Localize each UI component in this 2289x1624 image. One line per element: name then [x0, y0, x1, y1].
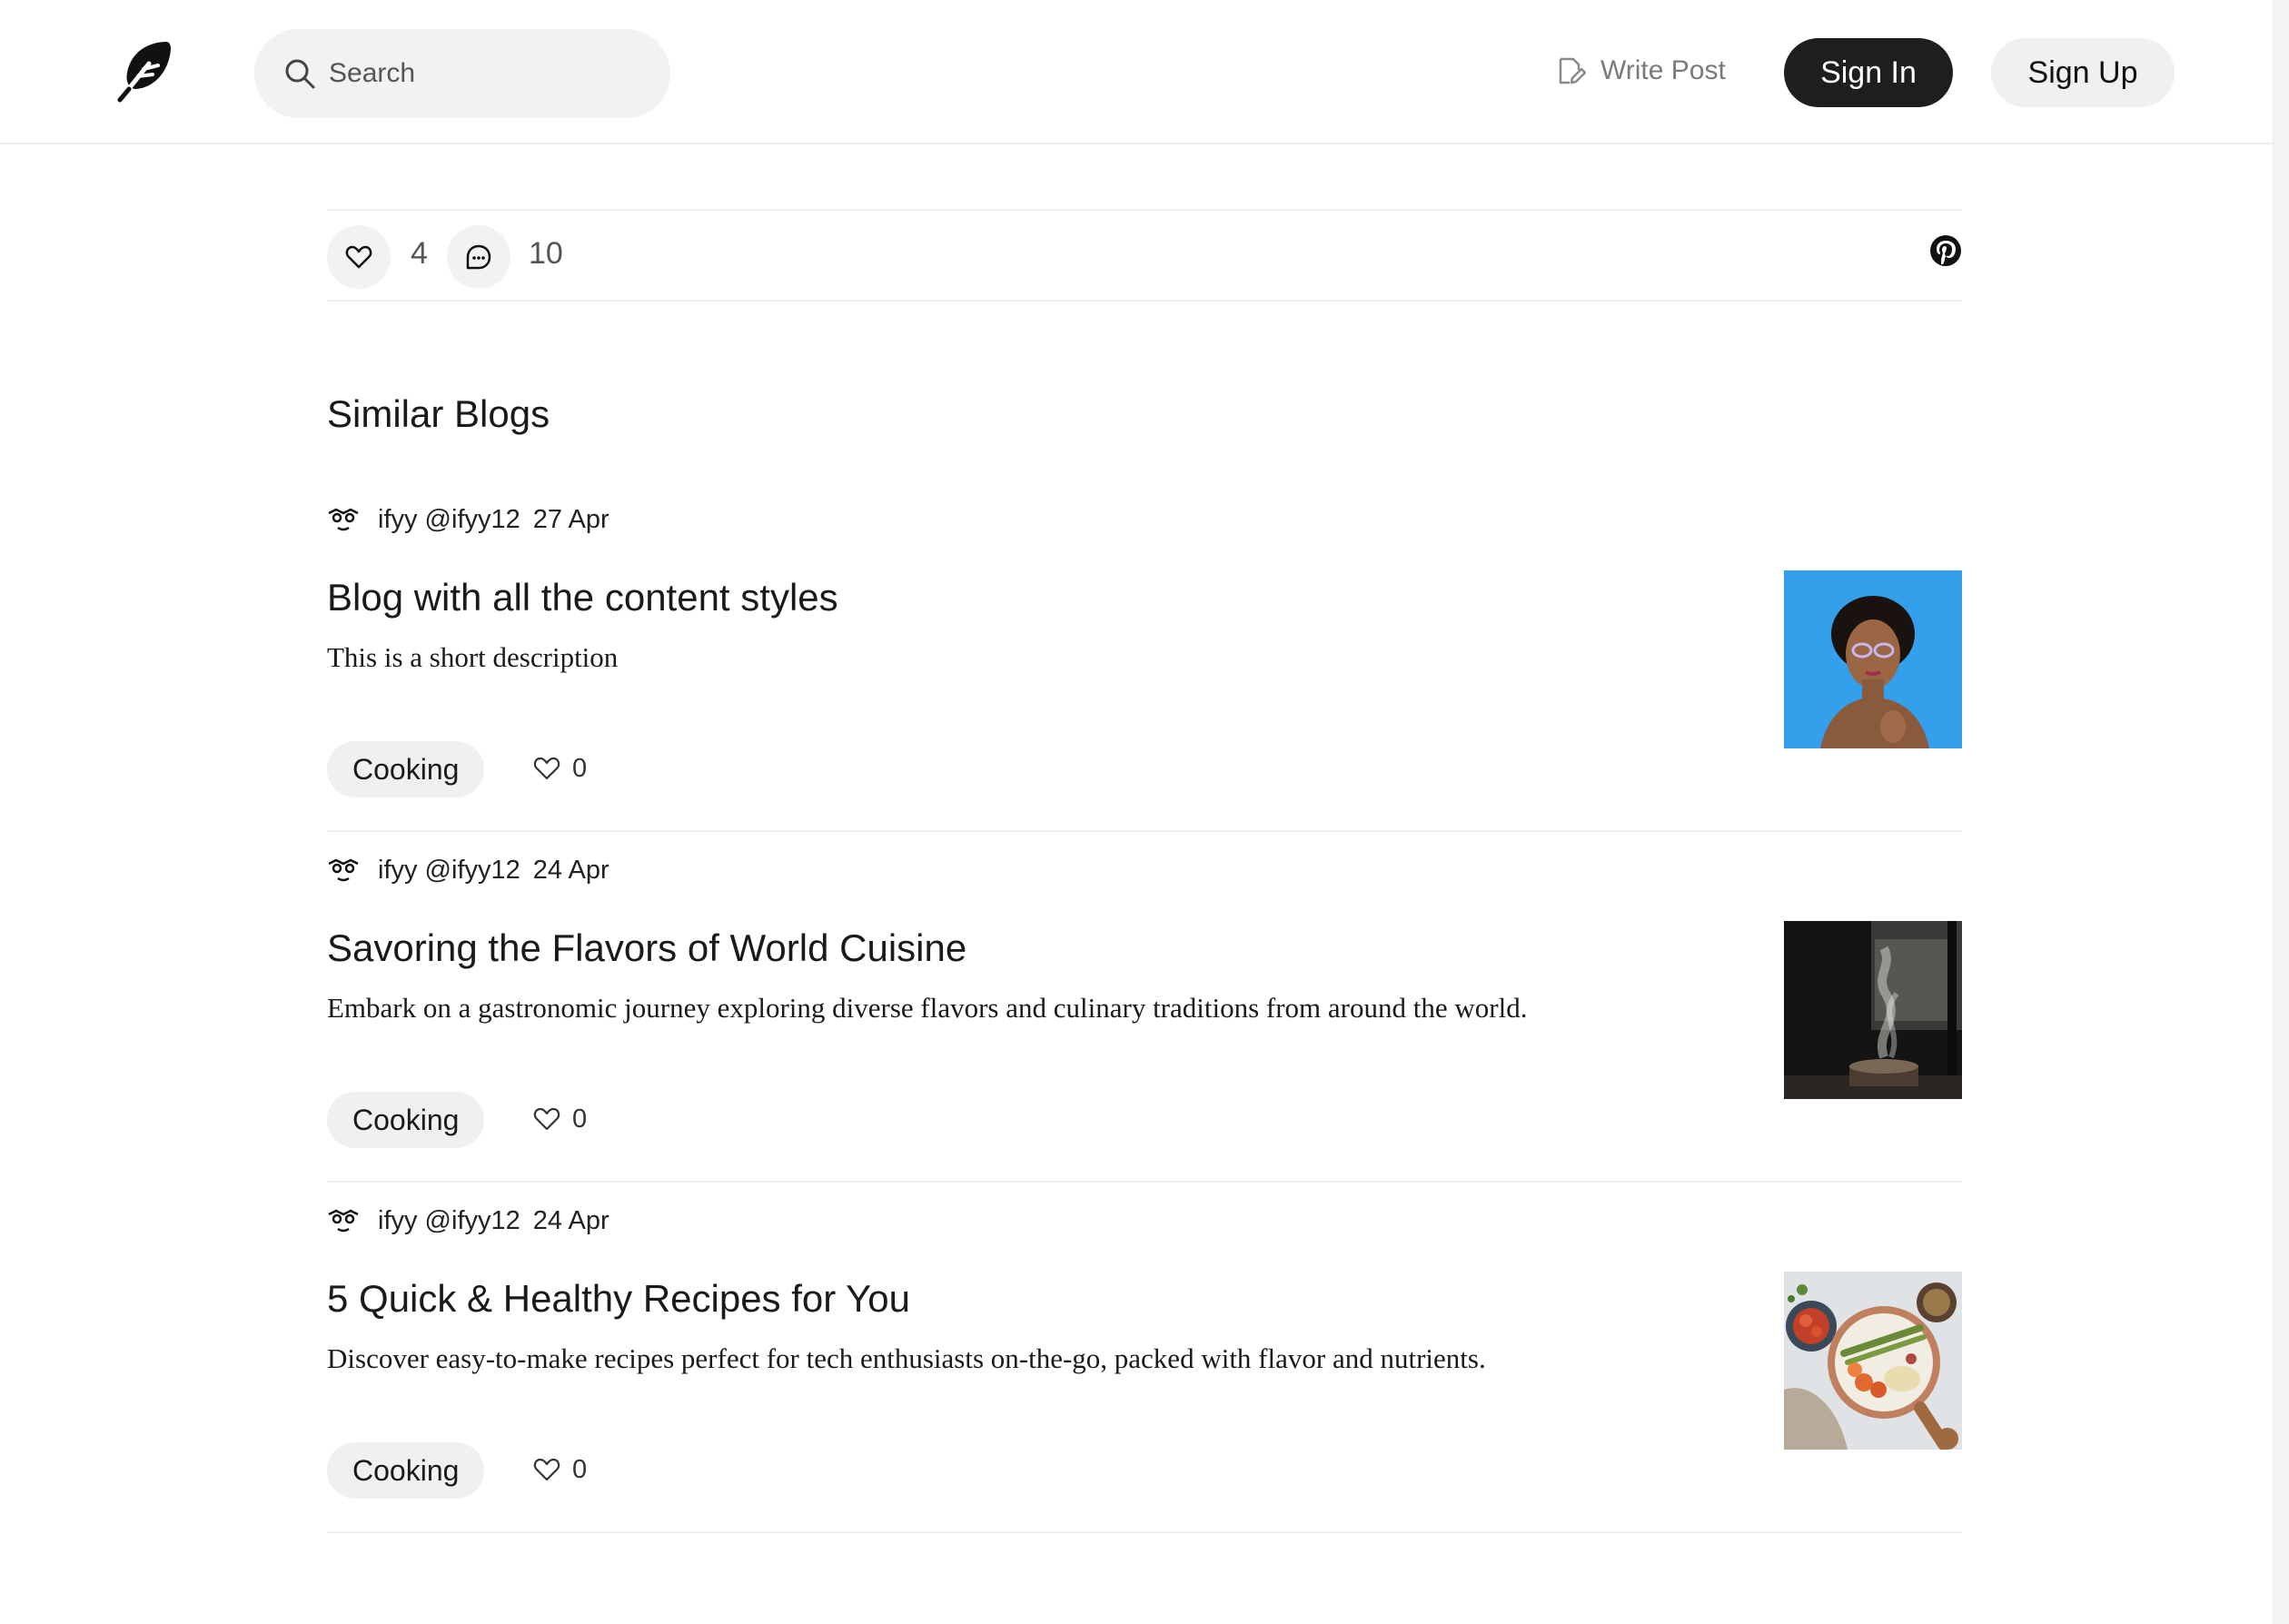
- scrollbar[interactable]: [2273, 0, 2289, 1624]
- likes-count: 4: [411, 236, 428, 271]
- post-likes[interactable]: 0: [532, 1451, 587, 1488]
- comments-count: 10: [529, 236, 563, 271]
- heart-icon: [533, 757, 560, 780]
- edit-icon: [1559, 57, 1586, 84]
- category-tag[interactable]: Cooking: [327, 1442, 485, 1499]
- post-meta: ifyy @ifyy12 27 Apr: [327, 501, 609, 538]
- avatar[interactable]: [327, 857, 360, 884]
- blog-card[interactable]: ifyy @ifyy12 27 Apr Blog with all the co…: [327, 481, 1962, 832]
- post-likes[interactable]: 0: [532, 750, 587, 787]
- author-handle[interactable]: ifyy @ifyy12: [378, 505, 520, 535]
- search-icon: [285, 59, 315, 89]
- post-date: 24 Apr: [532, 1205, 609, 1235]
- search-input[interactable]: [329, 58, 638, 89]
- post-title[interactable]: 5 Quick & Healthy Recipes for You: [327, 1277, 910, 1321]
- likes-count: 0: [572, 1104, 588, 1134]
- post-likes[interactable]: 0: [532, 1101, 587, 1137]
- similar-blogs-heading: Similar Blogs: [327, 392, 550, 435]
- heart-icon: [345, 245, 372, 269]
- site-header: Write Post Sign In Sign Up: [0, 0, 2273, 144]
- blog-card[interactable]: ifyy @ifyy12 24 Apr 5 Quick & Healthy Re…: [327, 1183, 1962, 1533]
- author-handle[interactable]: ifyy @ifyy12: [378, 1206, 520, 1236]
- feather-logo-icon[interactable]: [111, 36, 180, 105]
- sign-up-button[interactable]: Sign Up: [1991, 38, 2175, 107]
- category-tag[interactable]: Cooking: [327, 741, 485, 797]
- post-date: 24 Apr: [532, 855, 609, 885]
- steaming-pot-photo: [1784, 921, 1962, 1099]
- avatar[interactable]: [327, 1207, 360, 1234]
- post-meta: ifyy @ifyy12 24 Apr: [327, 852, 609, 888]
- post-date: 27 Apr: [532, 504, 609, 534]
- post-meta: ifyy @ifyy12 24 Apr: [327, 1203, 609, 1239]
- post-description: Embark on a gastronomic journey explorin…: [327, 992, 1528, 1024]
- like-button[interactable]: [327, 225, 391, 289]
- pinterest-icon[interactable]: [1929, 234, 1962, 267]
- search-bar[interactable]: [254, 29, 670, 118]
- comment-button[interactable]: [447, 225, 510, 289]
- post-description: This is a short description: [327, 641, 619, 673]
- reactions-bar: 4 10: [327, 209, 1962, 302]
- heart-icon: [533, 1107, 560, 1131]
- sign-in-button[interactable]: Sign In: [1784, 38, 1953, 107]
- post-thumbnail[interactable]: [1784, 921, 1962, 1099]
- blog-card[interactable]: ifyy @ifyy12 24 Apr Savoring the Flavors…: [327, 832, 1962, 1183]
- food-bowl-photo: [1784, 1272, 1962, 1450]
- category-tag[interactable]: Cooking: [327, 1092, 485, 1148]
- post-description: Discover easy-to-make recipes perfect fo…: [327, 1342, 1486, 1374]
- likes-count: 0: [572, 1454, 588, 1484]
- portrait-photo: [1784, 570, 1962, 748]
- post-title[interactable]: Savoring the Flavors of World Cuisine: [327, 926, 966, 970]
- author-handle[interactable]: ifyy @ifyy12: [378, 856, 520, 886]
- write-post-label: Write Post: [1600, 55, 1726, 85]
- post-thumbnail[interactable]: [1784, 570, 1962, 748]
- avatar[interactable]: [327, 506, 360, 533]
- heart-icon: [533, 1458, 560, 1481]
- comment-icon: [466, 244, 491, 270]
- post-title[interactable]: Blog with all the content styles: [327, 576, 838, 619]
- likes-count: 0: [572, 753, 588, 783]
- write-post-link[interactable]: Write Post: [1555, 51, 1726, 91]
- post-thumbnail[interactable]: [1784, 1272, 1962, 1450]
